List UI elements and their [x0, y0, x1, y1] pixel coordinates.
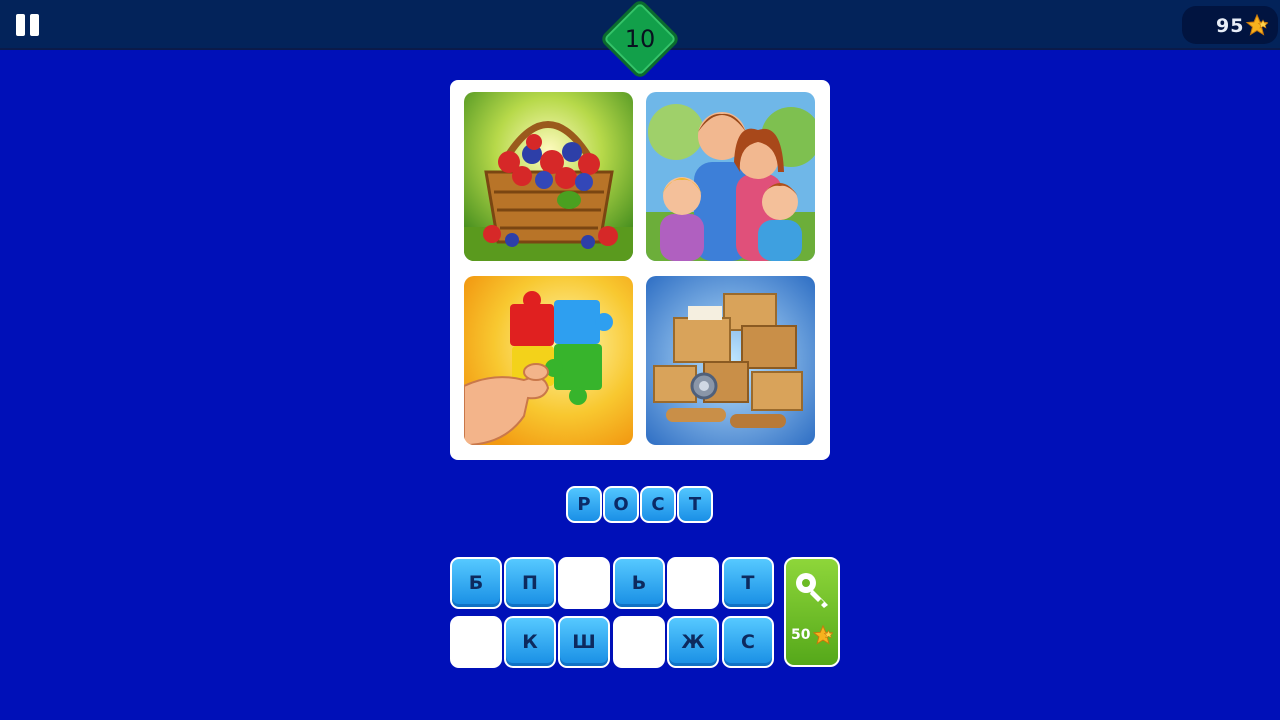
hint-cost: 50: [791, 627, 811, 643]
family-picture: [646, 92, 815, 261]
berry-basket-picture: [464, 92, 633, 261]
letter-key[interactable]: Ь: [613, 557, 665, 609]
pause-icon: [30, 14, 39, 36]
answer-letter[interactable]: Р: [566, 486, 602, 523]
letter-key[interactable]: С: [722, 616, 774, 668]
star-coins-icon: [1245, 14, 1269, 36]
letter-key[interactable]: П: [504, 557, 556, 609]
coin-counter: 95: [1182, 6, 1278, 44]
star-coins-icon: [812, 625, 834, 645]
letter-key[interactable]: Т: [722, 557, 774, 609]
answer-row: Р О С Т: [566, 486, 713, 524]
letter-key-empty: [450, 616, 502, 668]
puzzle-picture: [464, 276, 633, 445]
boxes-picture: [646, 276, 815, 445]
picture-card: [450, 80, 830, 460]
level-number: 10: [624, 25, 656, 53]
letter-key[interactable]: Ш: [558, 616, 610, 668]
answer-letter[interactable]: С: [640, 486, 676, 523]
answer-letter[interactable]: О: [603, 486, 639, 523]
pause-icon: [16, 14, 25, 36]
letter-keyboard: Б П Ь Т К Ш Ж С: [450, 557, 776, 670]
letter-key[interactable]: К: [504, 616, 556, 668]
answer-letter[interactable]: Т: [677, 486, 713, 523]
pause-button[interactable]: [14, 12, 42, 38]
hint-button[interactable]: 50: [784, 557, 840, 667]
letter-key-empty: [613, 616, 665, 668]
letter-key-empty: [558, 557, 610, 609]
letter-key[interactable]: Ж: [667, 616, 719, 668]
letter-key[interactable]: Б: [450, 557, 502, 609]
letter-key-empty: [667, 557, 719, 609]
key-icon: [796, 573, 828, 608]
coin-count: 95: [1216, 15, 1245, 37]
